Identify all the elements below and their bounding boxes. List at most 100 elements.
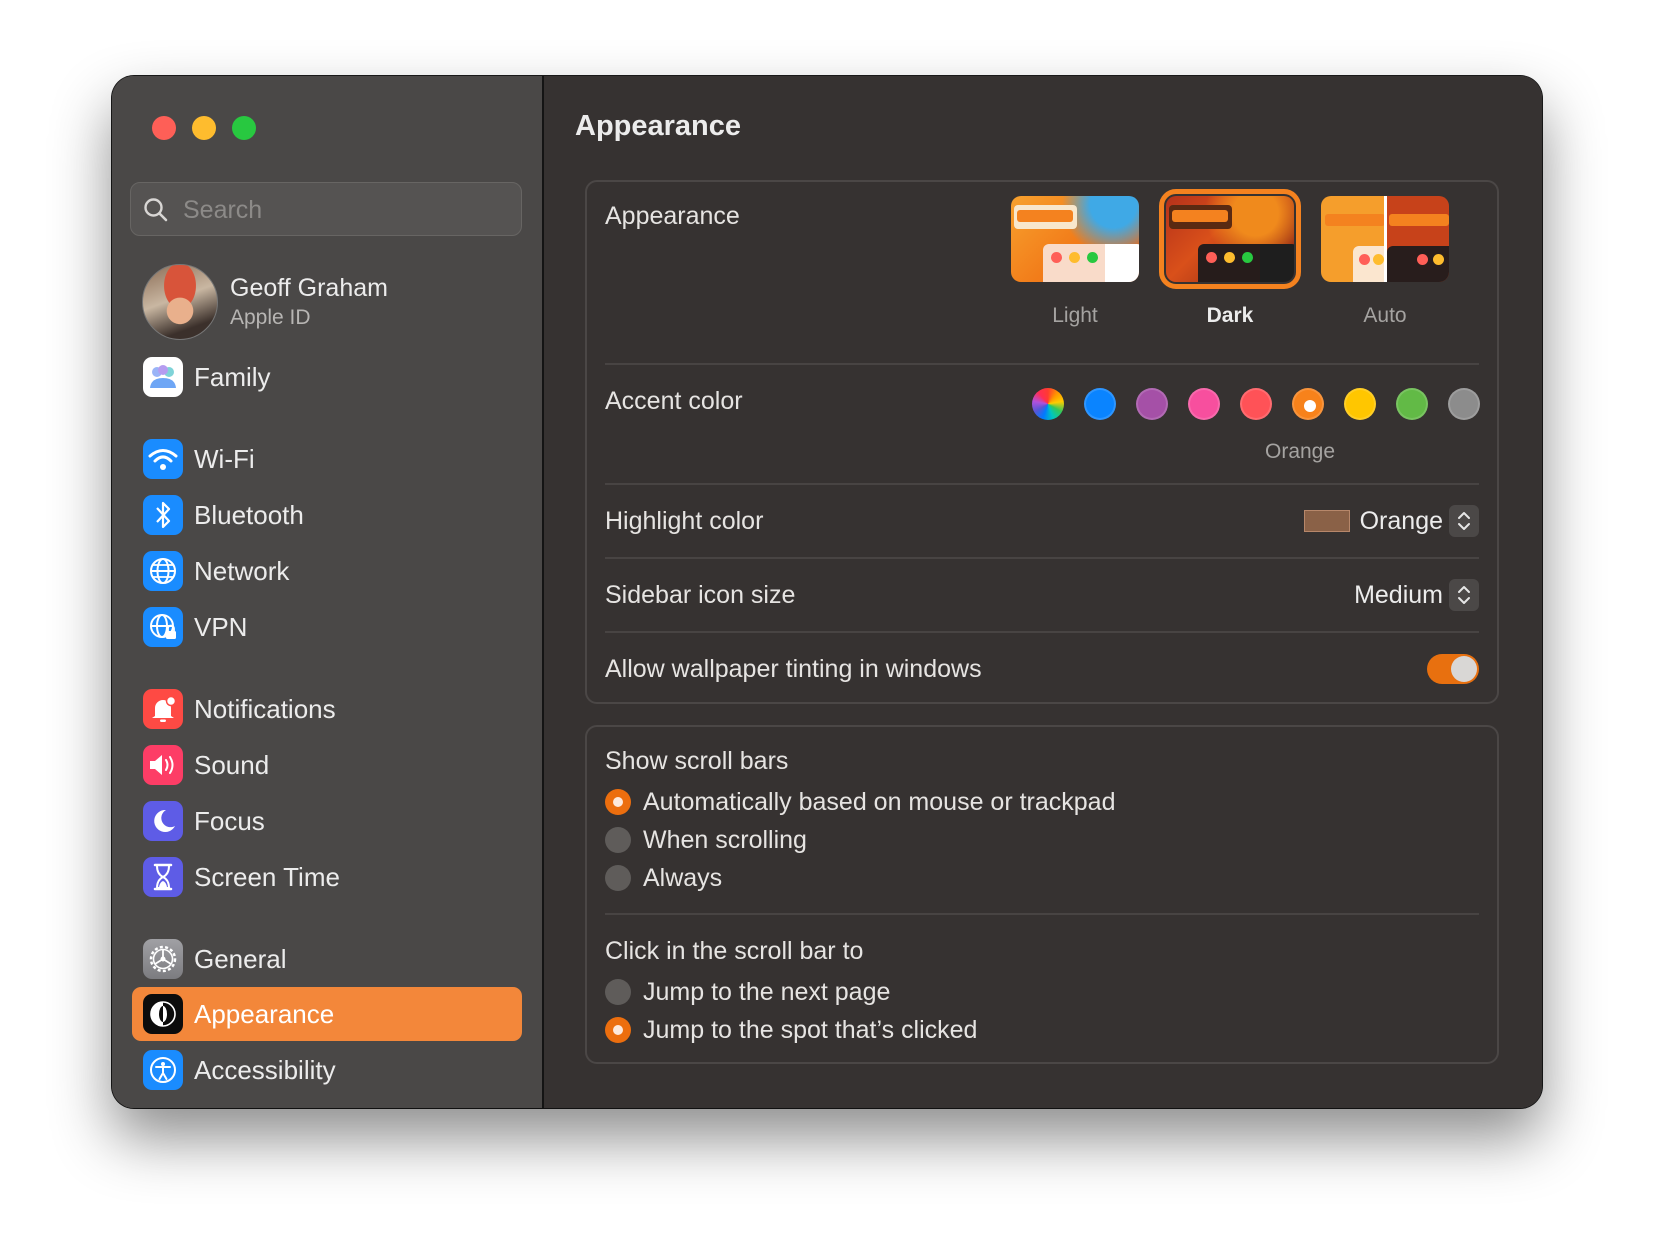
wifi-icon — [143, 439, 183, 479]
show-scroll-bars-label: Show scroll bars — [605, 747, 789, 775]
radio-jump-next-page[interactable]: Jump to the next page — [605, 977, 890, 1007]
sidebar-item-accessibility[interactable]: Accessibility — [132, 1043, 522, 1097]
sidebar-item-label: Notifications — [194, 694, 336, 724]
family-icon — [143, 357, 183, 397]
sidebar-item-label: Network — [194, 556, 290, 586]
radio-jump-spot-clicked[interactable]: Jump to the spot that’s clicked — [605, 1015, 977, 1045]
radio-button[interactable] — [605, 789, 631, 815]
appearance-option-auto[interactable]: Auto — [1310, 196, 1460, 328]
sidebar-icon-size-popup[interactable]: Medium — [1354, 577, 1479, 613]
accent-color-blue[interactable] — [1084, 388, 1116, 420]
radio-button[interactable] — [605, 827, 631, 853]
page-title: Appearance — [575, 110, 742, 142]
globe-icon — [143, 551, 183, 591]
appearance-settings-card: Appearance Light Dark Auto Accent color … — [585, 180, 1499, 704]
search-icon — [144, 198, 168, 222]
radio-label: Jump to the next page — [643, 977, 891, 1006]
sidebar-icon-size-label: Sidebar icon size — [605, 581, 796, 609]
sidebar-item-general[interactable]: General — [132, 932, 522, 986]
speaker-icon — [143, 745, 183, 785]
light-mode-preview — [1011, 196, 1139, 282]
avatar — [142, 264, 218, 340]
appearance-option-dark[interactable]: Dark — [1155, 189, 1305, 328]
chevron-up-down-icon[interactable] — [1449, 579, 1479, 611]
appearance-option-light[interactable]: Light — [1000, 196, 1150, 328]
radio-scroll-when-scrolling[interactable]: When scrolling — [605, 825, 807, 855]
sidebar-icon-size-value: Medium — [1354, 580, 1443, 609]
zoom-button[interactable] — [232, 116, 256, 140]
sidebar-item-label: Sound — [194, 750, 270, 780]
bell-icon — [143, 689, 183, 729]
radio-button[interactable] — [605, 979, 631, 1005]
sidebar-item-label: General — [194, 944, 287, 974]
search-field[interactable] — [130, 182, 522, 236]
accent-color-graphite[interactable] — [1448, 388, 1480, 420]
sidebar-item-label: Family — [194, 362, 271, 392]
appearance-option-label: Light — [1052, 304, 1098, 327]
radio-button[interactable] — [605, 865, 631, 891]
sidebar-item-label: Focus — [194, 806, 265, 836]
toggle-knob — [1451, 656, 1477, 682]
highlight-color-swatch — [1303, 510, 1350, 532]
sidebar-item-focus[interactable]: Focus — [132, 794, 522, 848]
radio-button[interactable] — [605, 1017, 631, 1043]
profile-name: Geoff Graham — [230, 274, 388, 302]
accessibility-icon — [143, 1050, 183, 1090]
chevron-up-down-icon[interactable] — [1449, 505, 1479, 537]
sidebar-item-label: Appearance — [194, 999, 335, 1029]
appearance-label: Appearance — [605, 202, 740, 230]
sidebar-item-bluetooth[interactable]: Bluetooth — [132, 488, 522, 542]
sidebar-item-label: Wi-Fi — [194, 444, 255, 474]
sidebar-item-appearance[interactable]: Appearance — [132, 987, 522, 1041]
sidebar-item-sound[interactable]: Sound — [132, 738, 522, 792]
sidebar-item-wifi[interactable]: Wi-Fi — [132, 432, 522, 486]
sidebar-item-label: Screen Time — [194, 862, 340, 892]
appearance-option-label: Dark — [1206, 304, 1254, 327]
profile-subtitle: Apple ID — [230, 306, 311, 329]
radio-label: Automatically based on mouse or trackpad — [643, 787, 1116, 816]
system-settings-window: Geoff Graham Apple ID Family — [112, 76, 1542, 1108]
divider — [605, 363, 1479, 365]
minimize-button[interactable] — [192, 116, 216, 140]
gear-icon — [143, 939, 183, 979]
accent-color-red[interactable] — [1240, 388, 1272, 420]
accent-color-green[interactable] — [1396, 388, 1428, 420]
bluetooth-icon — [143, 495, 183, 535]
sidebar-item-family[interactable]: Family — [132, 350, 522, 404]
auto-mode-preview — [1321, 196, 1449, 282]
vpn-globe-icon — [143, 607, 183, 647]
sidebar-item-screen-time[interactable]: Screen Time — [132, 850, 522, 904]
selected-indicator — [1304, 400, 1316, 412]
accent-color-label: Accent color — [605, 387, 743, 415]
search-input[interactable] — [181, 191, 505, 229]
accent-color-purple[interactable] — [1136, 388, 1168, 420]
dark-mode-preview — [1159, 189, 1301, 289]
moon-icon — [143, 801, 183, 841]
sidebar-item-network[interactable]: Network — [132, 544, 522, 598]
wallpaper-tinting-toggle[interactable] — [1427, 654, 1479, 684]
divider — [605, 483, 1479, 485]
scroll-bar-settings-card: Show scroll bars Automatically based on … — [585, 725, 1499, 1064]
radio-scroll-automatic[interactable]: Automatically based on mouse or trackpad — [605, 787, 1115, 817]
divider — [605, 913, 1479, 915]
accent-color-orange[interactable] — [1292, 388, 1324, 420]
divider — [605, 557, 1479, 559]
highlight-color-popup[interactable]: Orange — [1303, 503, 1479, 539]
appearance-icon — [143, 994, 183, 1034]
divider — [605, 631, 1479, 633]
accent-color-pink[interactable] — [1188, 388, 1220, 420]
accent-color-caption: Orange — [1265, 440, 1336, 463]
wallpaper-tinting-label: Allow wallpaper tinting in windows — [605, 655, 982, 683]
apple-id-profile[interactable]: Geoff Graham Apple ID — [142, 264, 522, 344]
radio-label: Jump to the spot that’s clicked — [643, 1015, 978, 1044]
radio-scroll-always[interactable]: Always — [605, 863, 722, 893]
sidebar-item-label: Bluetooth — [194, 500, 304, 530]
sidebar-item-notifications[interactable]: Notifications — [132, 682, 522, 736]
sidebar-item-label: Accessibility — [194, 1055, 336, 1085]
sidebar-item-vpn[interactable]: VPN — [132, 600, 522, 654]
close-button[interactable] — [152, 116, 176, 140]
accent-color-multicolor[interactable] — [1032, 388, 1064, 420]
accent-color-yellow[interactable] — [1344, 388, 1376, 420]
click-scroll-bar-label: Click in the scroll bar to — [605, 937, 864, 965]
sidebar: Geoff Graham Apple ID Family — [112, 76, 544, 1108]
